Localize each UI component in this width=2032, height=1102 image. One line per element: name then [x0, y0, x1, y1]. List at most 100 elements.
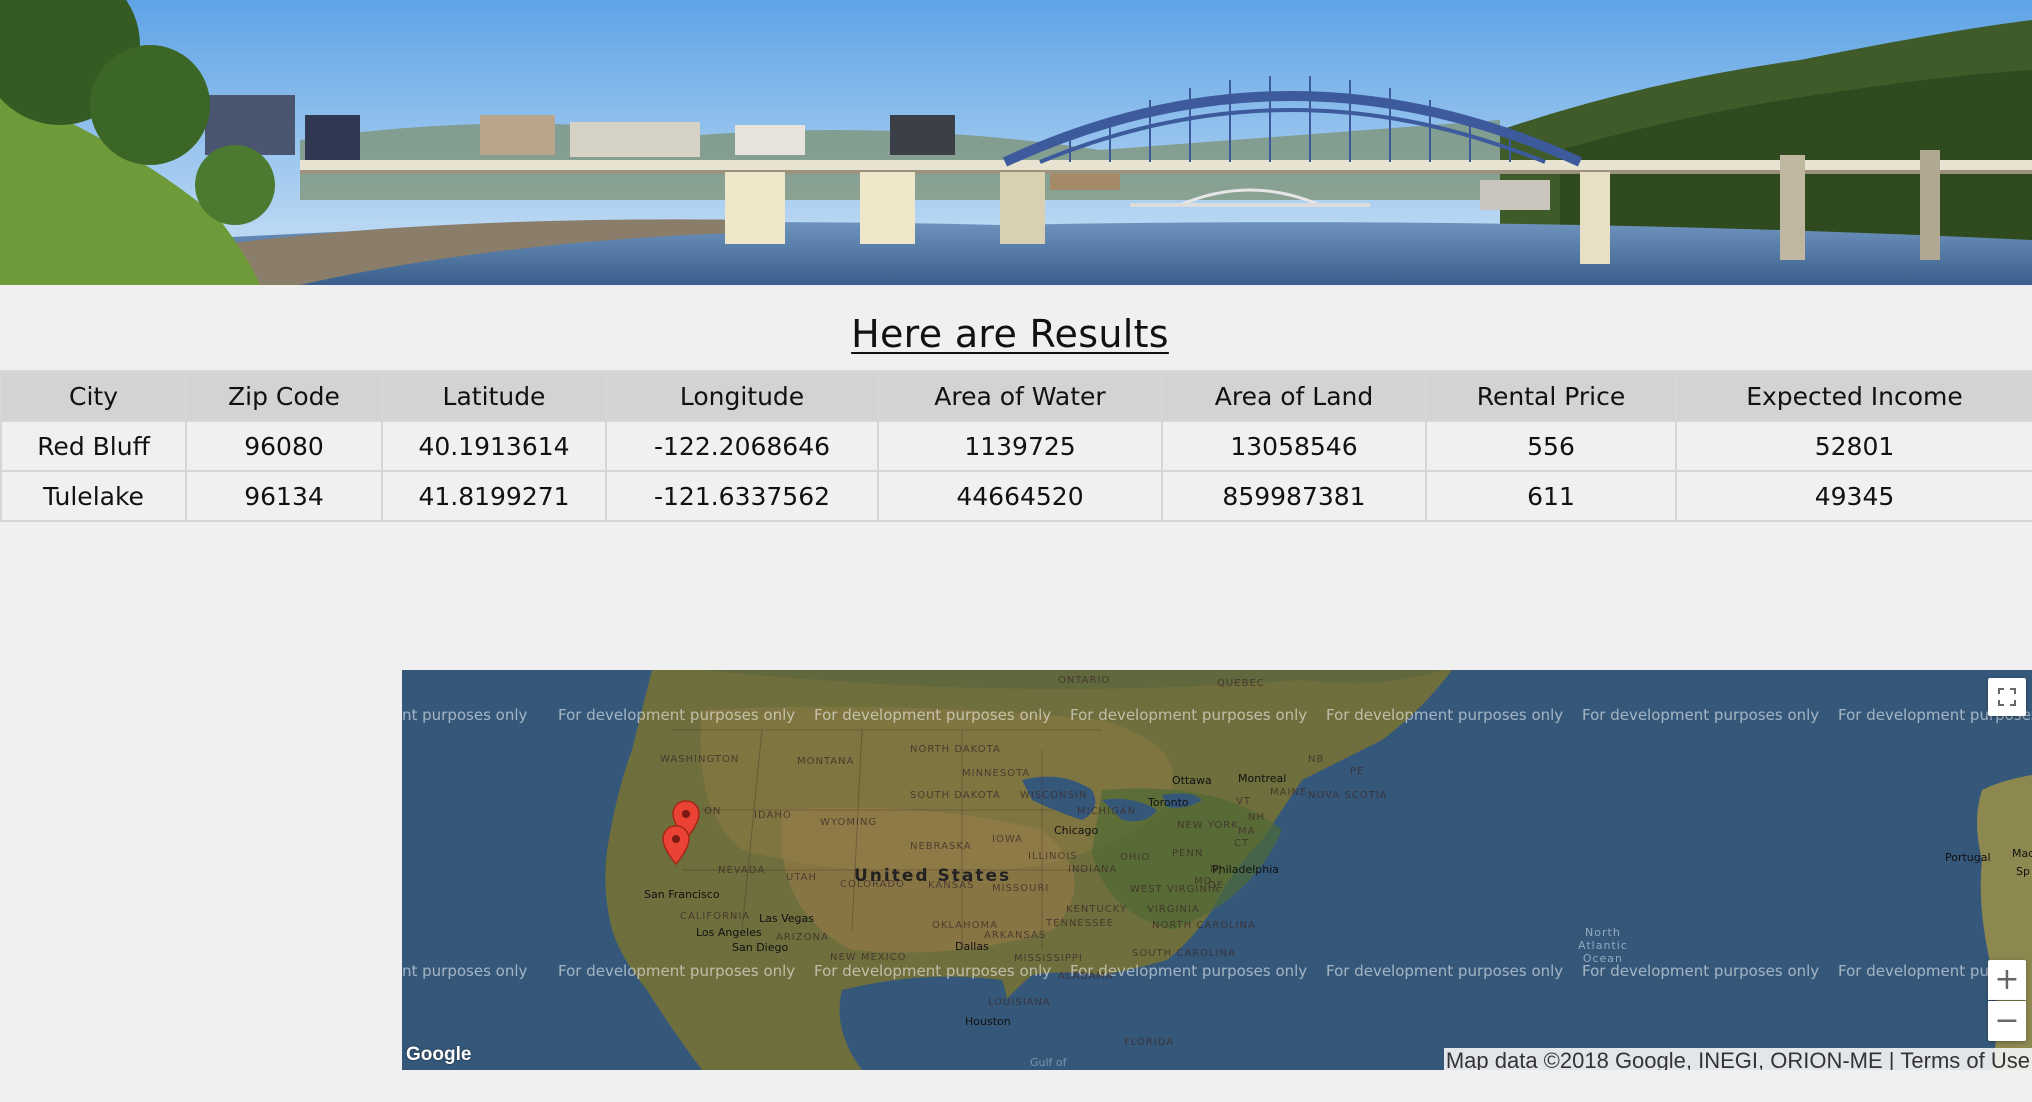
- map-label-indiana: INDIANA: [1068, 864, 1118, 875]
- map-label-illinois: ILLINOIS: [1028, 851, 1078, 862]
- map-label-maine: MAINE: [1270, 787, 1308, 798]
- map-city-ottawa: Ottawa: [1172, 774, 1212, 787]
- ocean-label-line: Ocean: [1582, 952, 1624, 965]
- cell-expected-income: 49345: [1675, 470, 2032, 522]
- cell-area-of-land: 13058546: [1161, 420, 1427, 472]
- cell-longitude: -122.2068646: [605, 420, 879, 472]
- map-label-iowa: IOWA: [992, 834, 1024, 845]
- cell-zip-code: 96134: [185, 470, 383, 522]
- google-map[interactable]: nt purposes only For development purpose…: [402, 670, 2032, 1070]
- table-header-row: City Zip Code Latitude Longitude Area of…: [0, 370, 2032, 422]
- map-watermark: For development purposes only: [558, 706, 796, 724]
- map-label-nevada: NEVADA: [718, 865, 766, 876]
- map-watermark: For development purposes only: [558, 962, 796, 980]
- map-label-arkansas: ARKANSAS: [984, 930, 1047, 941]
- map-data-credit: Map data ©2018 Google, INEGI, ORION-ME: [1445, 1048, 1883, 1070]
- map-label-spain: Sp: [2016, 865, 2030, 878]
- map-watermark: For development purposes only: [1070, 706, 1308, 724]
- column-header-longitude: Longitude: [605, 370, 879, 422]
- map-watermark: nt purposes only: [402, 962, 528, 980]
- map-label-quebec: QUEBEC: [1217, 678, 1265, 689]
- ocean-label-line: North: [1585, 926, 1621, 939]
- map-label-washington: WASHINGTON: [660, 754, 740, 765]
- cell-rental-price: 611: [1425, 470, 1677, 522]
- zoom-in-button[interactable]: +: [1988, 960, 2026, 1000]
- map-watermark: For development purposes only: [1326, 962, 1564, 980]
- cell-latitude: 41.8199271: [381, 470, 607, 522]
- map-watermark: For development purposes only: [814, 706, 1052, 724]
- map-attribution: Map data ©2018 Google, INEGI, ORION-ME | T…: [1443, 1048, 2032, 1070]
- cell-rental-price: 556: [1425, 420, 1677, 472]
- map-watermark: For development pu: [1838, 962, 1989, 980]
- fullscreen-icon: [1998, 688, 2016, 706]
- map-label-mississippi: MISSISSIPPI: [1014, 953, 1083, 964]
- banner-image: [0, 0, 2032, 285]
- column-header-area-of-land: Area of Land: [1161, 370, 1427, 422]
- map-label-utah: UTAH: [786, 872, 818, 883]
- zoom-out-button[interactable]: −: [1988, 1001, 2026, 1041]
- map-city-las-vegas: Las Vegas: [759, 912, 814, 925]
- map-label-montana: MONTANA: [797, 756, 855, 767]
- cell-expected-income: 52801: [1675, 420, 2032, 472]
- attribution-separator: |: [1888, 1048, 1895, 1070]
- map-marker-red-bluff[interactable]: [662, 825, 690, 865]
- column-header-zip-code: Zip Code: [185, 370, 383, 422]
- map-city-san-diego: San Diego: [732, 941, 789, 954]
- google-logo[interactable]: Google: [406, 1044, 471, 1066]
- map-label-nb: NB: [1308, 754, 1325, 765]
- map-label-gulf: Gulf of: [1030, 1056, 1067, 1069]
- cell-latitude: 40.1913614: [381, 420, 607, 472]
- map-city-philadelphia: Philadelphia: [1212, 863, 1280, 876]
- results-heading: Here are Results: [851, 312, 1169, 356]
- terms-of-use-link[interactable]: Terms of Use: [1900, 1048, 2030, 1070]
- map-label-ma: MA: [1238, 826, 1256, 837]
- map-label-alabama: ALABAMA: [1058, 971, 1114, 982]
- table-row: Red Bluff 96080 40.1913614 -122.2068646 …: [0, 420, 2032, 472]
- fullscreen-button[interactable]: [1988, 678, 2026, 716]
- map-label-minnesota: MINNESOTA: [962, 768, 1031, 779]
- cell-area-of-water: 1139725: [877, 420, 1163, 472]
- map-watermark: nt purposes only: [402, 706, 528, 724]
- map-label-idaho: IDAHO: [754, 810, 792, 821]
- header-banner: [0, 0, 2032, 285]
- column-header-latitude: Latitude: [381, 370, 607, 422]
- map-label-tennessee: TENNESSEE: [1046, 918, 1115, 929]
- map-watermark: For development purposes only: [1326, 706, 1564, 724]
- map-city-los-angeles: Los Angeles: [696, 926, 762, 939]
- map-label-south-dakota: SOUTH DAKOTA: [910, 790, 1000, 801]
- map-label-penn: PENN: [1172, 848, 1204, 859]
- map-label-wisconsin: WISCONSIN: [1020, 790, 1088, 801]
- map-label-north-dakota: NORTH DAKOTA: [910, 744, 1000, 755]
- map-label-ct: CT: [1234, 838, 1250, 849]
- map-watermark: For development purposes only: [1582, 706, 1820, 724]
- map-label-florida: FLORIDA: [1124, 1037, 1175, 1048]
- map-label-nebraska: NEBRASKA: [910, 841, 972, 852]
- map-label-united-states: United States: [854, 866, 1012, 886]
- cell-area-of-water: 44664520: [877, 470, 1163, 522]
- map-label-pe: PE: [1350, 766, 1365, 777]
- map-label-west-virginia: WEST VIRGINIA: [1130, 884, 1219, 895]
- map-label-new-york: NEW YORK: [1177, 820, 1239, 831]
- map-label-california: CALIFORNIA: [680, 911, 751, 922]
- map-label-de: DE: [1208, 880, 1225, 891]
- column-header-rental-price: Rental Price: [1425, 370, 1677, 422]
- map-city-dallas: Dallas: [955, 940, 989, 953]
- map-label-nh: NH: [1248, 812, 1265, 823]
- column-header-area-of-water: Area of Water: [877, 370, 1163, 422]
- cell-longitude: -121.6337562: [605, 470, 879, 522]
- column-header-expected-income: Expected Income: [1675, 370, 2032, 422]
- map-city-chicago: Chicago: [1054, 824, 1099, 837]
- map-label-ontario: ONTARIO: [1058, 675, 1111, 686]
- map-label-portugal: Portugal: [1945, 851, 1991, 864]
- map-watermark: For development purposes only: [814, 962, 1052, 980]
- map-city-san-francisco: San Francisco: [644, 888, 720, 901]
- ocean-label-line: Atlantic: [1578, 939, 1628, 952]
- results-table: City Zip Code Latitude Longitude Area of…: [0, 370, 2032, 522]
- map-city-montreal: Montreal: [1238, 772, 1287, 785]
- map-label-vt: VT: [1236, 796, 1251, 807]
- map-label-new-mexico: NEW MEXICO: [830, 952, 907, 963]
- map-label-ohio: OHIO: [1120, 852, 1151, 863]
- map-city-houston: Houston: [965, 1015, 1011, 1028]
- map-label-louisiana: LOUISIANA: [988, 997, 1051, 1008]
- map-label-north-atlantic-ocean: North Atlantic Ocean: [1578, 926, 1628, 965]
